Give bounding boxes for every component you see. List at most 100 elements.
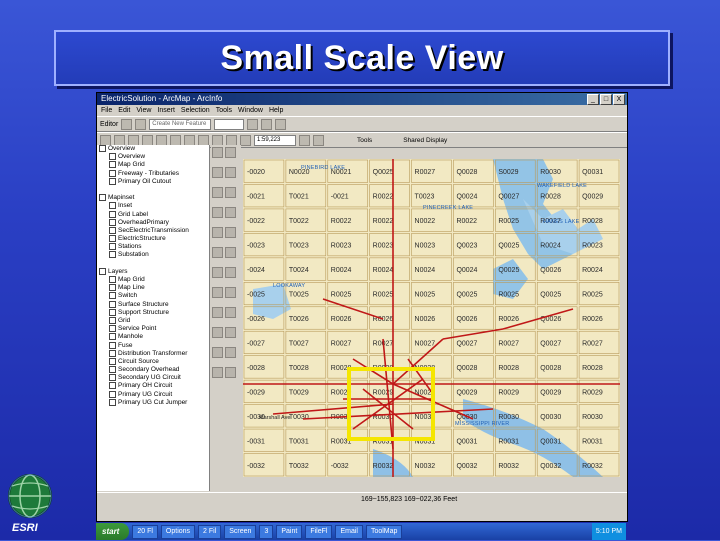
sketch-tool-icon[interactable] xyxy=(121,118,133,130)
layer-checkbox[interactable] xyxy=(109,357,116,365)
identify-icon[interactable] xyxy=(225,227,236,238)
taskbar-item[interactable]: Options xyxy=(160,524,196,539)
open-icon[interactable] xyxy=(114,134,125,146)
minimize-button[interactable]: _ xyxy=(587,94,599,105)
copy-icon[interactable] xyxy=(170,134,181,146)
toc-layer-row[interactable]: Distribution Transformer xyxy=(97,349,209,358)
zoom-out-icon[interactable] xyxy=(225,147,236,158)
layer-checkbox[interactable] xyxy=(99,267,106,275)
layer-checkbox[interactable] xyxy=(109,374,116,382)
layer-checkbox[interactable] xyxy=(109,218,116,226)
taskbar-item[interactable]: 3 xyxy=(259,524,274,539)
taskbar-item[interactable]: FileFl xyxy=(305,524,333,539)
menu-selection[interactable]: Selection xyxy=(181,105,210,116)
paste-icon[interactable] xyxy=(184,134,195,146)
menu-help[interactable]: Help xyxy=(269,105,283,116)
pencil-icon[interactable] xyxy=(225,347,236,358)
maximize-button[interactable]: □ xyxy=(600,94,612,105)
layer-checkbox[interactable] xyxy=(109,276,116,283)
toc-layer-row[interactable]: Manhole xyxy=(97,333,209,341)
zoom-in-icon[interactable] xyxy=(212,147,223,158)
toc-layer-row[interactable]: Switch xyxy=(97,292,209,300)
taskbar-item[interactable]: Paint xyxy=(276,524,303,539)
layer-checkbox[interactable] xyxy=(109,300,116,308)
arrow-icon[interactable] xyxy=(212,287,223,298)
layer-checkbox[interactable] xyxy=(99,194,106,202)
toc-layer-row[interactable]: Grid Label xyxy=(97,210,209,219)
layer-checkbox[interactable] xyxy=(109,284,116,292)
binoculars-icon[interactable] xyxy=(225,327,236,338)
toc-layer-row[interactable]: Map Grid xyxy=(97,276,209,284)
toc-layer-row[interactable]: Service Point xyxy=(97,325,209,333)
layer-checkbox[interactable] xyxy=(109,226,116,234)
forward-icon[interactable] xyxy=(225,207,236,218)
undo-icon[interactable] xyxy=(212,134,223,146)
task-dropdown[interactable]: Create New Feature xyxy=(149,118,212,130)
menu-insert[interactable]: Insert xyxy=(157,105,175,116)
toc-layer-row[interactable]: Circuit Source xyxy=(97,357,209,366)
toc-layer-row[interactable]: Primary UG Circuit xyxy=(97,390,209,399)
toc-layer-row[interactable]: Layers xyxy=(97,267,209,276)
toc-layer-row[interactable]: Support Structure xyxy=(97,308,209,317)
layer-checkbox[interactable] xyxy=(109,243,116,251)
toc-layer-row[interactable]: SecElectricTransmission xyxy=(97,226,209,235)
toc-layer-row[interactable] xyxy=(97,260,209,268)
taskbar-item[interactable]: 20 Fl xyxy=(132,524,158,539)
toc-layer-row[interactable]: Surface Structure xyxy=(97,300,209,309)
toc-layer-row[interactable]: Map Line xyxy=(97,284,209,292)
toc-layer-row[interactable]: Stations xyxy=(97,243,209,251)
arctoolbox-icon[interactable] xyxy=(313,134,324,146)
menu-view[interactable]: View xyxy=(136,105,151,116)
layer-checkbox[interactable] xyxy=(109,235,116,243)
save-icon[interactable] xyxy=(128,134,139,146)
toc-layer-row[interactable] xyxy=(97,186,209,194)
toc-layer-row[interactable]: Overview xyxy=(97,153,209,161)
layer-checkbox[interactable] xyxy=(109,292,116,300)
toc-layer-row[interactable]: Freeway - Tributaries xyxy=(97,169,209,178)
swipe-icon[interactable] xyxy=(212,307,223,318)
window-title-bar[interactable]: ElectricSolution - ArcMap - ArcInfo _ □ … xyxy=(97,93,627,105)
toc-layer-row[interactable]: Mapinset xyxy=(97,194,209,202)
taskbar-item[interactable]: Screen xyxy=(224,524,257,539)
layer-checkbox[interactable] xyxy=(109,308,116,316)
layer-checkbox[interactable] xyxy=(109,390,116,398)
layer-checkbox[interactable] xyxy=(109,349,116,357)
lightning-icon[interactable] xyxy=(212,367,223,378)
toc-layer-row[interactable]: Primary UG Cut Jumper xyxy=(97,398,209,407)
toc-layer-row[interactable]: Primary Oil Cutout xyxy=(97,177,209,186)
target-dropdown[interactable] xyxy=(214,118,245,130)
start-button[interactable]: start xyxy=(96,523,130,540)
display-dropdown[interactable]: Shared Display xyxy=(403,137,447,144)
edit-tool-icon[interactable] xyxy=(135,118,147,130)
map-view[interactable]: -0020 N0020 N0021 Q0025 R0027 Q0028 S0029 R0030… xyxy=(243,159,620,477)
toc-layer-row[interactable]: Grid xyxy=(97,316,209,325)
layer-checkbox[interactable] xyxy=(109,341,116,349)
layer-checkbox[interactable] xyxy=(109,398,116,406)
globe-icon[interactable] xyxy=(225,267,236,278)
toc-layer-row[interactable]: Secondary Overhead xyxy=(97,366,209,374)
full-extent-icon[interactable] xyxy=(225,187,236,198)
toc-layer-row[interactable]: Overview xyxy=(97,145,209,153)
refresh-icon[interactable] xyxy=(225,287,236,298)
redo-icon[interactable] xyxy=(226,134,237,146)
hand-icon[interactable] xyxy=(225,367,236,378)
toc-layer-row[interactable]: Secondary UG Circuit xyxy=(97,374,209,382)
close-button[interactable]: X xyxy=(613,94,625,105)
fixed-zoom-in-icon[interactable] xyxy=(212,167,223,178)
select-icon[interactable] xyxy=(212,227,223,238)
menu-file[interactable]: File xyxy=(101,105,112,116)
layer-checkbox[interactable] xyxy=(109,153,116,161)
layer-checkbox[interactable] xyxy=(109,210,116,218)
editor-menu[interactable]: Editor xyxy=(100,121,118,128)
taskbar-item[interactable]: Email xyxy=(335,524,363,539)
layer-checkbox[interactable] xyxy=(109,316,116,324)
layer-checkbox[interactable] xyxy=(109,169,116,177)
hyperlink-icon[interactable] xyxy=(212,267,223,278)
attributes-icon[interactable] xyxy=(275,118,287,130)
rotate-tool-icon[interactable] xyxy=(261,118,273,130)
menu-window[interactable]: Window xyxy=(238,105,263,116)
layer-checkbox[interactable] xyxy=(109,366,116,374)
print-icon[interactable] xyxy=(142,134,153,146)
new-icon[interactable] xyxy=(100,134,111,146)
toc-layer-row[interactable]: Substation xyxy=(97,251,209,259)
